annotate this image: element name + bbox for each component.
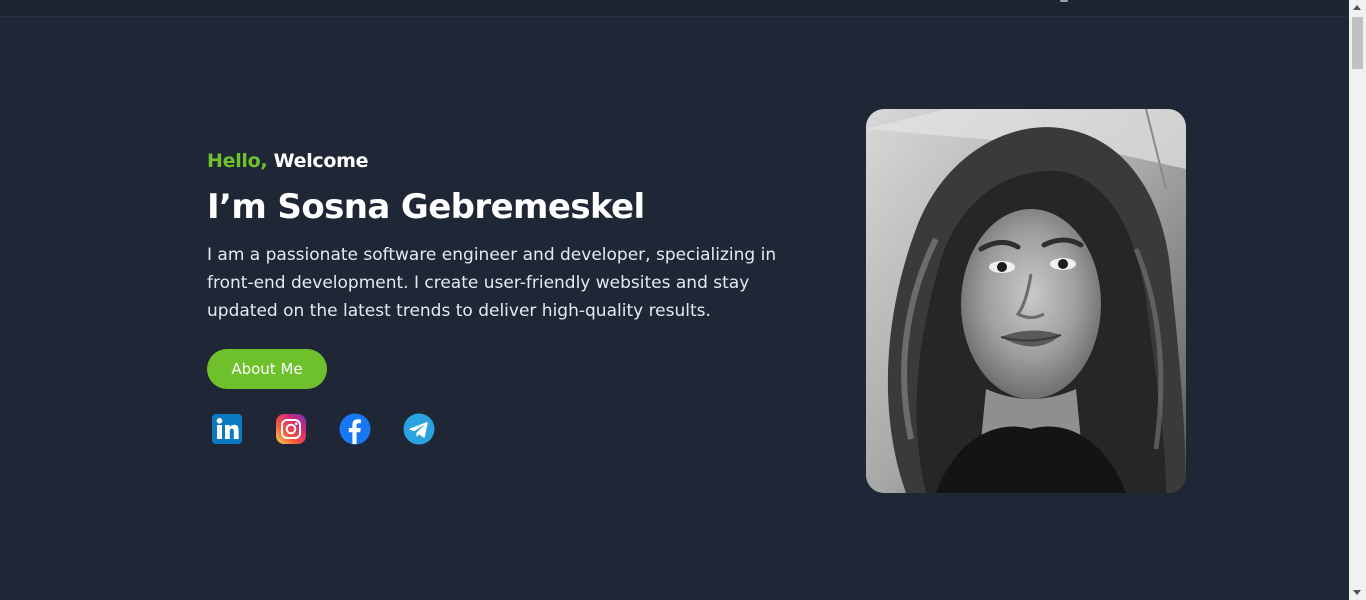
greeting: Hello, Welcome — [207, 149, 807, 173]
about-me-button[interactable]: About Me — [207, 349, 327, 389]
nav-link-sliver[interactable] — [1060, 0, 1068, 2]
scrollbar[interactable] — [1349, 0, 1366, 600]
scroll-down-icon[interactable] — [1353, 590, 1361, 595]
facebook-icon[interactable] — [339, 413, 371, 445]
hero-name: I’m Sosna Gebremeskel — [207, 187, 645, 227]
profile-photo — [866, 109, 1186, 493]
portrait-image — [866, 109, 1186, 493]
hero-bio: I am a passionate software engineer and … — [207, 245, 777, 321]
page: Hello, Welcome I’m Sosna Gebremeskel I a… — [0, 0, 1366, 600]
hero-section: Hello, Welcome I’m Sosna Gebremeskel I a… — [207, 149, 807, 445]
instagram-icon[interactable] — [275, 413, 307, 445]
linkedin-icon[interactable] — [211, 413, 243, 445]
greeting-welcome: Welcome — [273, 150, 369, 172]
telegram-icon[interactable] — [403, 413, 435, 445]
greeting-accent: Hello, — [207, 150, 268, 172]
scroll-up-icon[interactable] — [1353, 5, 1361, 10]
navbar-edge — [0, 0, 1349, 17]
scroll-thumb[interactable] — [1352, 17, 1363, 69]
social-links — [211, 413, 807, 445]
